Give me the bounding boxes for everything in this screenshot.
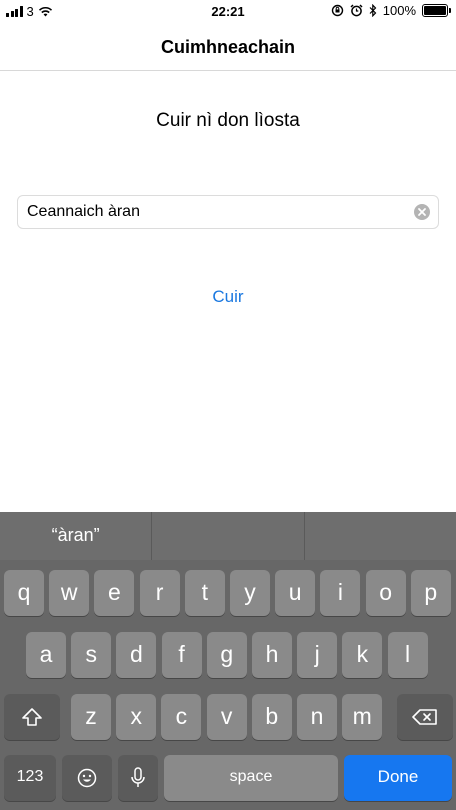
key-s[interactable]: s bbox=[71, 632, 112, 678]
key-d[interactable]: d bbox=[116, 632, 157, 678]
emoji-key[interactable] bbox=[62, 755, 112, 801]
key-m[interactable]: m bbox=[342, 694, 383, 740]
suggestion-1[interactable]: “àran” bbox=[0, 512, 151, 560]
key-r[interactable]: r bbox=[139, 570, 180, 616]
dictation-key[interactable] bbox=[118, 755, 158, 801]
item-text-field[interactable]: Ceannaich àran bbox=[17, 195, 439, 229]
key-t[interactable]: t bbox=[184, 570, 225, 616]
add-button[interactable]: Cuir bbox=[0, 287, 456, 307]
keyboard: “àran” qwertyuiop asdfghjkl zxcvbnm 123 … bbox=[0, 512, 456, 810]
suggestion-bar: “àran” bbox=[0, 512, 456, 560]
suggestion-2[interactable] bbox=[151, 512, 303, 560]
clear-text-button[interactable] bbox=[414, 204, 430, 220]
key-z[interactable]: z bbox=[71, 694, 111, 740]
key-b[interactable]: b bbox=[251, 694, 292, 740]
key-w[interactable]: w bbox=[49, 570, 90, 616]
key-v[interactable]: v bbox=[206, 694, 247, 740]
status-right: 100% bbox=[331, 3, 451, 18]
key-c[interactable]: c bbox=[161, 694, 202, 740]
key-k[interactable]: k bbox=[342, 632, 383, 678]
key-h[interactable]: h bbox=[252, 632, 292, 678]
alarm-icon bbox=[350, 4, 363, 17]
done-key[interactable]: Done bbox=[344, 755, 452, 801]
key-o[interactable]: o bbox=[365, 570, 406, 616]
microphone-icon bbox=[131, 767, 145, 787]
shift-key[interactable] bbox=[4, 694, 60, 740]
key-y[interactable]: y bbox=[230, 570, 270, 616]
key-n[interactable]: n bbox=[297, 694, 337, 740]
emoji-icon bbox=[77, 768, 97, 788]
orientation-lock-icon bbox=[331, 4, 343, 17]
add-item-prompt: Cuir nì don lìosta bbox=[156, 110, 300, 131]
key-l[interactable]: l bbox=[387, 632, 428, 678]
page-title: Cuimhneachain bbox=[160, 37, 296, 57]
key-i[interactable]: i bbox=[320, 570, 361, 616]
key-q[interactable]: q bbox=[4, 570, 44, 616]
numbers-key[interactable]: 123 bbox=[4, 755, 56, 801]
key-x[interactable]: x bbox=[116, 694, 157, 740]
key-g[interactable]: g bbox=[206, 632, 247, 678]
key-j[interactable]: j bbox=[297, 632, 338, 678]
item-text-value: Ceannaich àran bbox=[27, 203, 140, 220]
navigation-bar: Cuimhneachain bbox=[0, 24, 456, 71]
battery-icon bbox=[422, 4, 451, 17]
key-f[interactable]: f bbox=[161, 632, 202, 678]
battery-percentage: 100% bbox=[382, 3, 416, 18]
key-p[interactable]: p bbox=[410, 570, 451, 616]
space-key[interactable]: space bbox=[164, 755, 338, 801]
shift-arrow-icon bbox=[22, 708, 42, 726]
backspace-icon bbox=[412, 709, 437, 725]
status-bar: 3 22:21 100% bbox=[0, 0, 456, 24]
bluetooth-icon bbox=[369, 4, 377, 17]
key-e[interactable]: e bbox=[94, 570, 135, 616]
backspace-key[interactable] bbox=[397, 694, 453, 740]
key-a[interactable]: a bbox=[26, 632, 66, 678]
suggestion-3[interactable] bbox=[303, 512, 456, 560]
key-u[interactable]: u bbox=[275, 570, 316, 616]
clear-x-icon bbox=[418, 208, 426, 216]
